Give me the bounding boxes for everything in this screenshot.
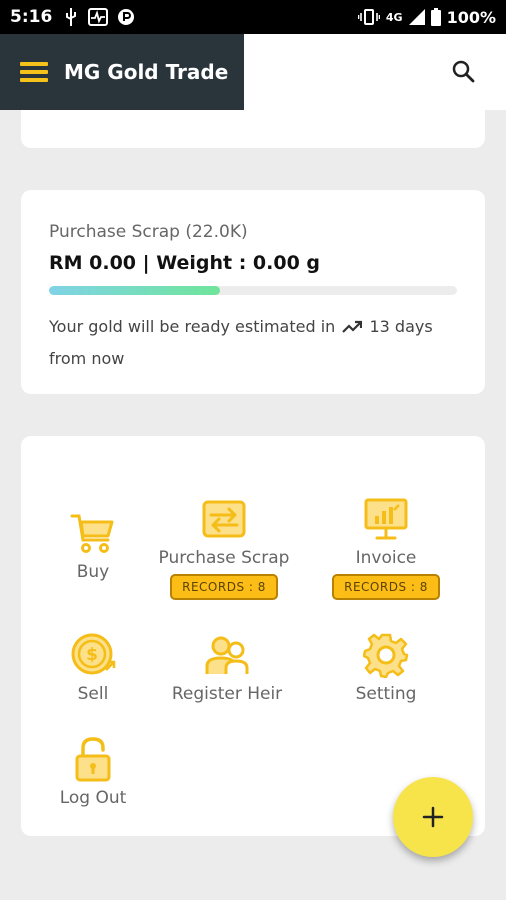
gear-icon <box>362 632 409 679</box>
usb-icon <box>64 8 78 26</box>
menu-item-setting[interactable]: Setting <box>341 632 431 704</box>
trending-up-icon <box>342 314 363 344</box>
menu-item-sell[interactable]: $ Sell <box>58 632 128 704</box>
signal-icon <box>408 9 425 25</box>
purchase-scrap-card[interactable]: Purchase Scrap (22.0K) RM 0.00 | Weight … <box>21 190 485 394</box>
vibrate-icon <box>357 9 380 25</box>
menu-item-invoice[interactable]: Invoice RECORDS : 8 <box>321 496 451 600</box>
heir-icon <box>204 632 250 678</box>
status-time: 5:16 <box>10 7 53 27</box>
scrap-estimate-note: Your gold will be ready estimated in 13 … <box>49 312 457 374</box>
battery-percent: 100% <box>446 7 496 27</box>
scrap-title: Purchase Scrap (22.0K) <box>49 222 248 242</box>
app-title: MG Gold Trade <box>64 60 229 84</box>
status-bar: 5:16 4G 100% <box>0 0 506 34</box>
padlock-icon <box>70 736 116 782</box>
scrap-progress-bar <box>49 286 457 295</box>
menu-card: Buy Purchase Scrap RECORDS : 8 Invoice R… <box>21 436 485 836</box>
menu-item-label: Setting <box>355 684 417 704</box>
scrap-progress-fill <box>49 286 221 295</box>
menu-item-label: Sell <box>77 684 109 704</box>
exchange-icon <box>201 496 247 542</box>
menu-item-label: Log Out <box>59 788 127 808</box>
scrap-amount: RM 0.00 | Weight : 0.00 g <box>49 252 321 274</box>
menu-item-label: Invoice <box>355 548 417 568</box>
p-icon <box>118 8 135 26</box>
battery-icon <box>430 8 441 26</box>
note-text-before: Your gold will be ready estimated in <box>49 317 336 336</box>
plus-icon <box>422 806 444 828</box>
svg-text:$: $ <box>86 645 98 665</box>
menu-item-label: Register Heir <box>171 684 283 704</box>
search-icon[interactable] <box>450 58 478 86</box>
menu-item-purchase-scrap[interactable]: Purchase Scrap RECORDS : 8 <box>153 496 295 600</box>
pulse-icon <box>88 8 109 26</box>
menu-item-register-heir[interactable]: Register Heir <box>153 632 301 704</box>
monitor-chart-icon <box>363 496 409 542</box>
cart-icon <box>70 510 116 556</box>
hamburger-icon[interactable] <box>20 62 48 82</box>
records-badge[interactable]: RECORDS : 8 <box>332 574 440 600</box>
menu-item-label: Buy <box>76 562 110 582</box>
add-fab-button[interactable] <box>393 777 473 857</box>
app-bar-title-box: MG Gold Trade <box>0 34 244 110</box>
menu-item-buy[interactable]: Buy <box>58 510 128 582</box>
records-badge[interactable]: RECORDS : 8 <box>170 574 278 600</box>
menu-item-log-out[interactable]: Log Out <box>51 736 135 808</box>
menu-item-label: Purchase Scrap <box>158 548 290 568</box>
summary-card <box>21 110 485 148</box>
network-type: 4G <box>385 10 403 24</box>
coin-dollar-icon: $ <box>70 632 116 678</box>
